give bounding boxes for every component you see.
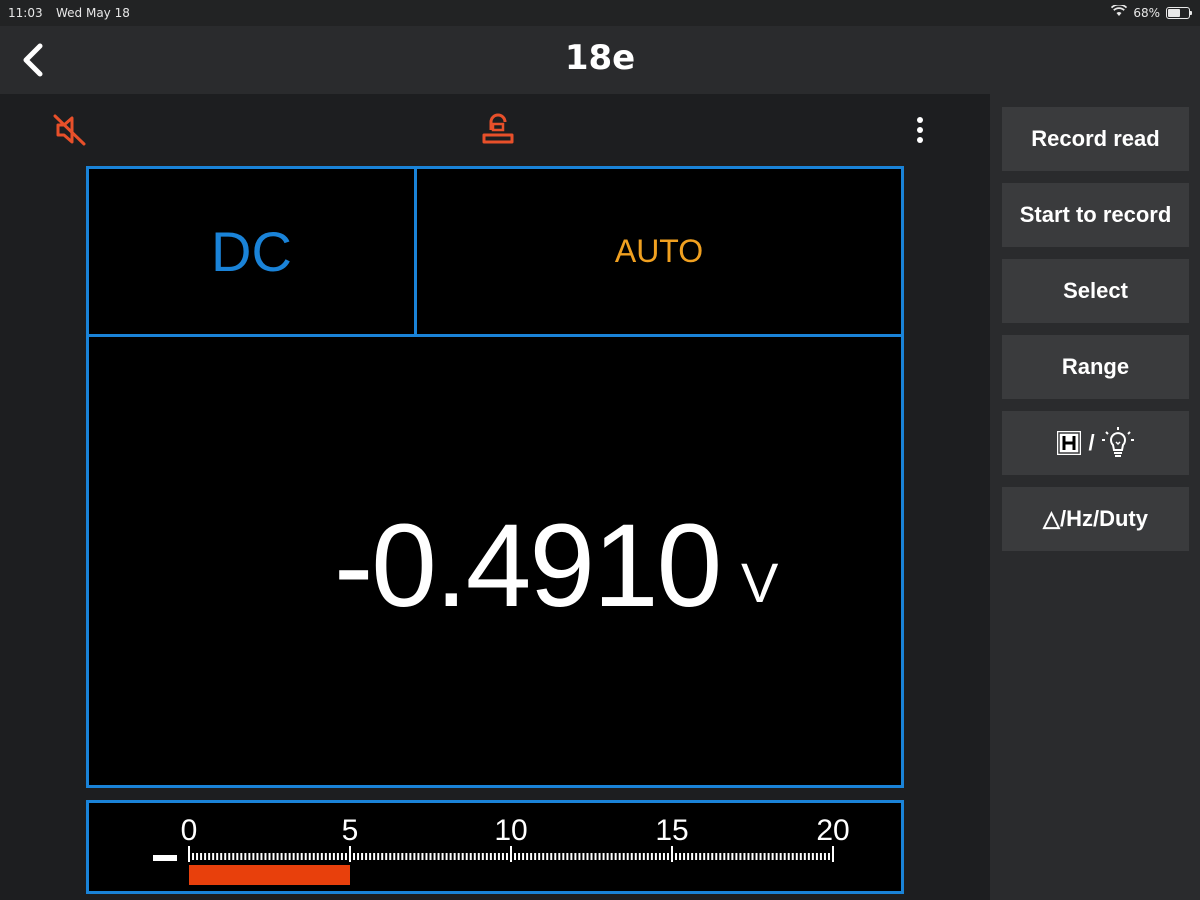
range-cell: AUTO — [417, 169, 901, 337]
bargraph-scale-label: 10 — [494, 814, 527, 847]
hold-backlight-button[interactable]: / — [1002, 411, 1189, 475]
bargraph-scale-label: 5 — [342, 814, 359, 847]
range-indicator: AUTO — [614, 233, 704, 269]
reading-value: -0.4910 — [334, 500, 722, 632]
bargraph-svg: 0 5 10 15 20 — [153, 814, 850, 885]
start-to-record-button[interactable]: Start to record — [1002, 183, 1189, 247]
range-label: Range — [1061, 354, 1130, 379]
range-button[interactable]: Range — [1002, 335, 1189, 399]
bargraph-negative-sign — [153, 855, 177, 861]
rel-hz-duty-button[interactable]: △/Hz/Duty — [1002, 487, 1189, 551]
select-button[interactable]: Select — [1002, 259, 1189, 323]
wifi-icon — [1111, 3, 1128, 20]
reading-unit: V — [741, 551, 779, 614]
hold-icon[interactable] — [478, 110, 518, 150]
status-date: Wed May 18 — [56, 6, 130, 20]
nav-bar: 18e — [0, 26, 1200, 94]
start-to-record-label: Start to record — [1019, 202, 1172, 227]
record-read-label: Record read — [1031, 126, 1160, 151]
status-time: 11:03 — [8, 6, 43, 20]
battery-level — [1168, 8, 1181, 17]
battery-percent: 68% — [1133, 5, 1160, 20]
rel-hz-duty-label: △/Hz/Duty — [1043, 506, 1148, 531]
status-indicators: 68% — [1111, 3, 1192, 20]
bargraph-fill — [189, 865, 350, 885]
reading-display: DC AUTO -0.4910 V — [86, 166, 904, 788]
select-label: Select — [1063, 278, 1128, 303]
battery-icon — [1166, 6, 1192, 19]
mode-indicator: DC — [211, 220, 292, 283]
page-title: 18e — [564, 38, 636, 78]
bargraph-scale-label: 20 — [816, 814, 849, 847]
speaker-muted-icon[interactable] — [50, 110, 90, 150]
mode-cell: DC — [89, 169, 417, 337]
backlight-bulb-icon — [1101, 426, 1135, 460]
hold-h-icon — [1056, 430, 1082, 456]
hold-backlight-separator: / — [1088, 430, 1095, 455]
more-vertical-icon[interactable] — [908, 112, 932, 148]
bargraph-scale-label: 0 — [181, 814, 198, 847]
status-bar: 11:03 Wed May 18 68% — [0, 0, 1200, 26]
record-read-button[interactable]: Record read — [1002, 107, 1189, 171]
bargraph-scale-label: 15 — [655, 814, 688, 847]
analog-bargraph: 0 5 10 15 20 — [86, 800, 904, 894]
reading-area: -0.4910 V — [89, 337, 901, 785]
